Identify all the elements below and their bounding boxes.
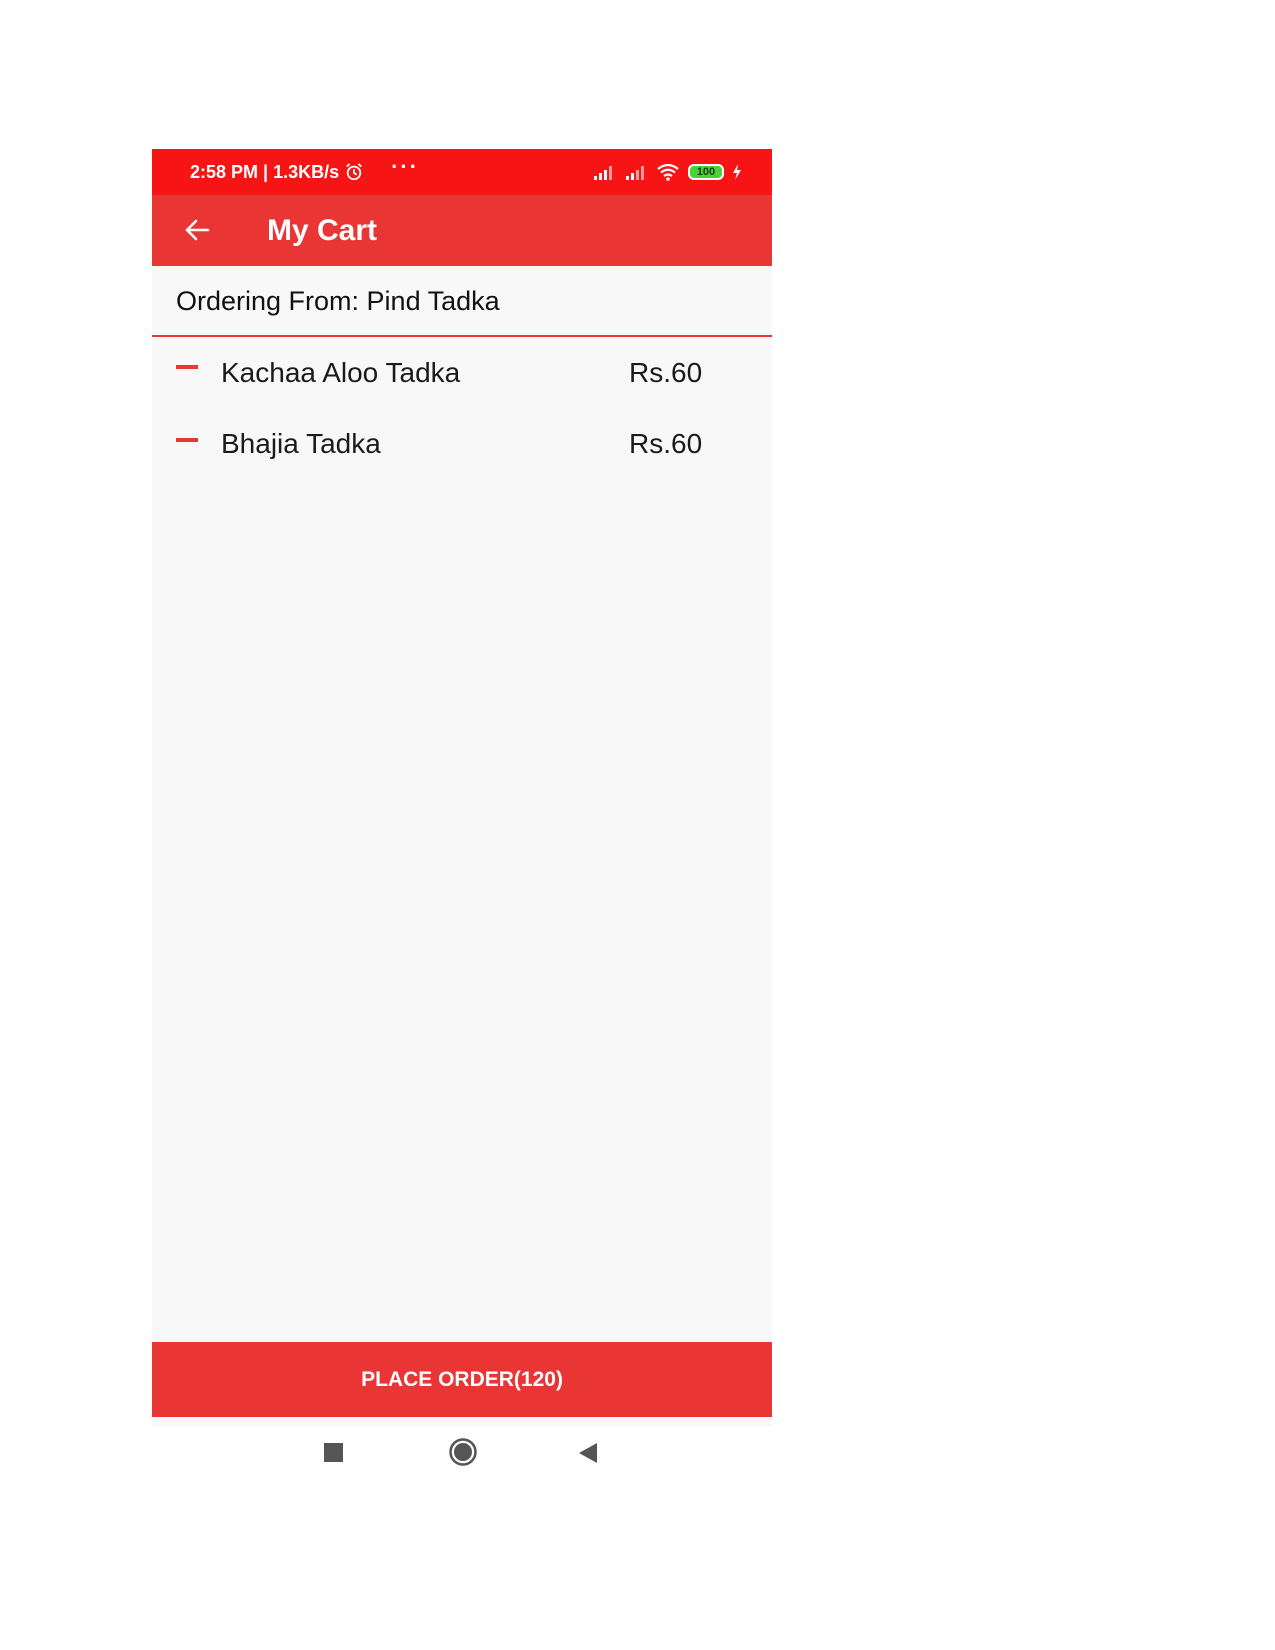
system-nav-bar	[152, 1426, 772, 1486]
cart-item: Kachaa Aloo Tadka Rs.60	[152, 337, 772, 408]
back-triangle-icon[interactable]	[578, 1442, 598, 1464]
place-order-button[interactable]: PLACE ORDER(120)	[152, 1342, 772, 1417]
home-icon[interactable]	[448, 1437, 478, 1467]
battery-icon: 100	[688, 164, 724, 180]
wifi-icon	[657, 163, 679, 181]
cart-item: Bhajia Tadka Rs.60	[152, 408, 772, 479]
battery-level: 100	[696, 166, 716, 178]
item-price: Rs.60	[629, 428, 703, 459]
status-left: 2:58 PM | 1.3KB/s ···	[190, 149, 419, 195]
item-name: Bhajia Tadka	[221, 428, 381, 459]
charging-icon	[733, 164, 741, 180]
status-time-speed: 2:58 PM | 1.3KB/s	[190, 161, 340, 182]
app-bar: My Cart	[152, 195, 772, 266]
signal-icon	[594, 166, 612, 180]
alarm-icon	[346, 163, 362, 181]
status-bar: 2:58 PM | 1.3KB/s ··· 100	[152, 149, 772, 195]
phone-screen: 2:58 PM | 1.3KB/s ··· 100 My Cart Orderi…	[152, 149, 772, 1426]
more-dots: ···	[391, 154, 420, 179]
recent-apps-icon[interactable]	[324, 1443, 343, 1462]
signal-icon	[626, 166, 644, 180]
page-title: My Cart	[267, 214, 378, 247]
remove-item-button[interactable]	[176, 365, 198, 369]
item-price: Rs.60	[629, 357, 703, 388]
ordering-from-header: Ordering From: Pind Tadka	[152, 266, 772, 337]
remove-item-button[interactable]	[176, 438, 198, 442]
page: 2:58 PM | 1.3KB/s ··· 100 My Cart Orderi…	[0, 0, 1275, 1650]
arrow-left-icon[interactable]	[182, 215, 212, 245]
cart-list: Kachaa Aloo Tadka Rs.60 Bhajia Tadka Rs.…	[152, 337, 772, 479]
status-right: 100	[592, 149, 742, 195]
ordering-from-text: Ordering From: Pind Tadka	[176, 286, 500, 316]
item-name: Kachaa Aloo Tadka	[221, 357, 461, 388]
